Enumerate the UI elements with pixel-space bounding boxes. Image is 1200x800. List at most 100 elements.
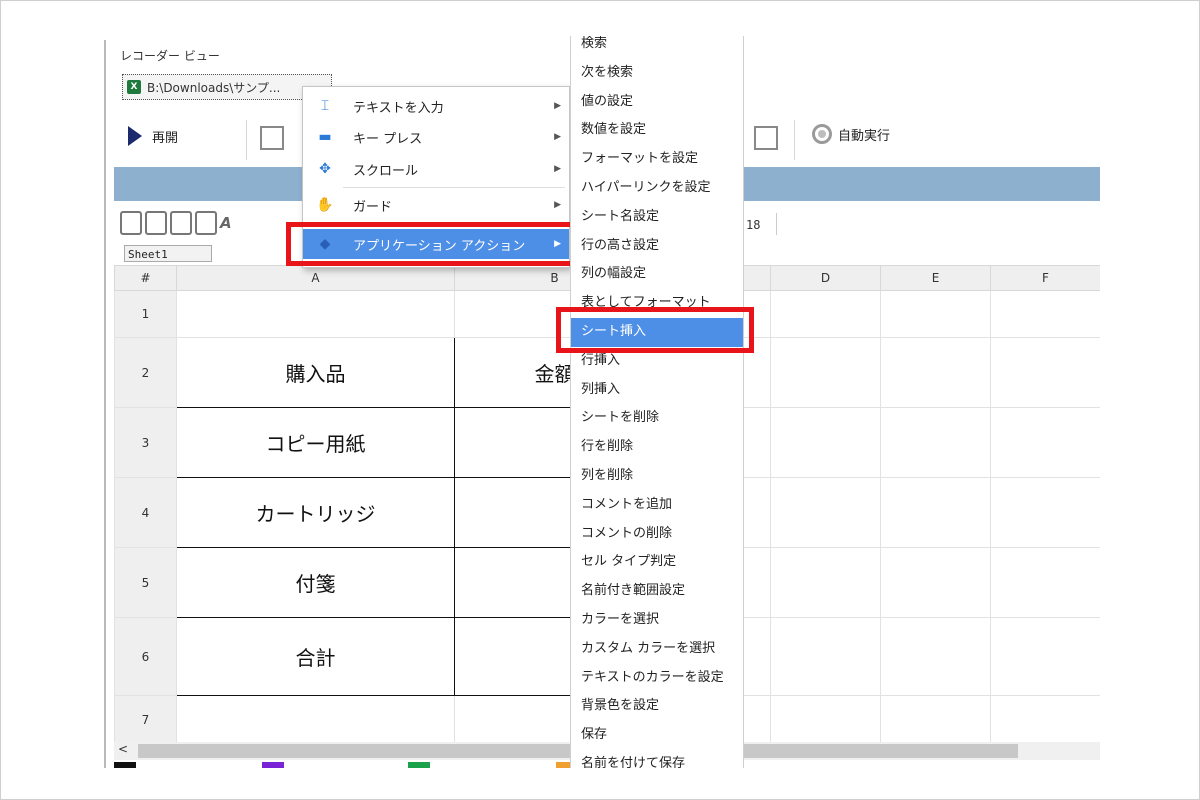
row-header[interactable]: 5 xyxy=(114,547,177,618)
row-header[interactable]: 6 xyxy=(114,617,177,696)
cell[interactable] xyxy=(990,337,1100,408)
cell[interactable] xyxy=(770,547,881,618)
submenu-item[interactable]: 次を検索 xyxy=(571,59,743,88)
submenu-arrow-icon: ▶ xyxy=(554,200,561,210)
menu-separator xyxy=(343,187,565,188)
toolbar-separator xyxy=(794,120,795,160)
row-header[interactable]: 1 xyxy=(114,290,177,338)
sheet-tab[interactable]: Sheet1 xyxy=(124,245,212,262)
column-header[interactable]: D xyxy=(770,265,881,291)
cell[interactable] xyxy=(770,617,881,696)
menu-item-text-input[interactable]: ⌶ テキストを入力 ▶ xyxy=(303,91,569,121)
submenu-item[interactable]: 行を削除 xyxy=(571,433,743,462)
cell[interactable] xyxy=(990,695,1100,744)
submenu-item[interactable]: 数値を設定 xyxy=(571,116,743,145)
cell[interactable] xyxy=(990,617,1100,696)
row-header[interactable]: 4 xyxy=(114,477,177,548)
cell[interactable]: コピー用紙 xyxy=(176,407,455,478)
color-swatch[interactable] xyxy=(262,762,284,768)
cell[interactable] xyxy=(990,290,1100,338)
cell[interactable] xyxy=(880,337,991,408)
menu-item-guard[interactable]: ✋ ガード ▶ xyxy=(303,190,569,220)
paste-icon[interactable] xyxy=(195,211,217,235)
submenu-arrow-icon: ▶ xyxy=(554,101,561,111)
copy-icon[interactable] xyxy=(170,211,192,235)
submenu-item[interactable]: ハイパーリンクを設定 xyxy=(571,174,743,203)
formula-input[interactable] xyxy=(776,213,1100,235)
corner-header[interactable]: # xyxy=(114,265,177,291)
menu-item-scroll[interactable]: ✥ スクロール ▶ xyxy=(303,154,569,184)
cell[interactable] xyxy=(176,290,455,338)
submenu-item[interactable]: 行の高さ設定 xyxy=(571,232,743,261)
cell[interactable]: 購入品 xyxy=(176,337,455,408)
submenu-item[interactable]: カスタム カラーを選択 xyxy=(571,635,743,664)
cell[interactable] xyxy=(770,337,881,408)
cell[interactable] xyxy=(880,547,991,618)
submenu-item[interactable]: 背景色を設定 xyxy=(571,692,743,721)
submenu-arrow-icon: ▶ xyxy=(554,132,561,142)
cell[interactable]: 合計 xyxy=(176,617,455,696)
cell[interactable] xyxy=(990,407,1100,478)
cell[interactable] xyxy=(990,477,1100,548)
toolbar-separator xyxy=(246,120,247,160)
submenu-item[interactable]: セル タイプ判定 xyxy=(571,548,743,577)
menu-item-label: ガード xyxy=(353,199,393,215)
cell[interactable] xyxy=(990,547,1100,618)
submenu-item[interactable]: 名前を付けて保存 xyxy=(571,750,743,768)
column-header[interactable]: A xyxy=(176,265,455,291)
submenu-item[interactable]: 列を削除 xyxy=(571,462,743,491)
cell[interactable] xyxy=(770,695,881,744)
menu-item-key-press[interactable]: ▬ キー プレス ▶ xyxy=(303,122,569,152)
cell[interactable] xyxy=(880,290,991,338)
record-icon xyxy=(812,124,832,144)
row-header[interactable]: 3 xyxy=(114,407,177,478)
window-title: レコーダー ビュー xyxy=(120,49,220,63)
save-as-icon[interactable] xyxy=(145,211,167,235)
highlight-box-application-action xyxy=(286,222,576,266)
submenu-item[interactable]: コメントの削除 xyxy=(571,520,743,549)
cell[interactable] xyxy=(880,695,991,744)
cell[interactable] xyxy=(880,617,991,696)
cell[interactable] xyxy=(770,290,881,338)
play-icon xyxy=(128,126,142,146)
resume-button[interactable]: 再開 xyxy=(128,126,178,146)
cell[interactable] xyxy=(770,407,881,478)
cell[interactable]: 付箋 xyxy=(176,547,455,618)
submenu-item[interactable]: 列挿入 xyxy=(571,376,743,405)
cell-reference: 18 xyxy=(746,218,761,232)
file-tab-label: B:\Downloads\サンプ... xyxy=(147,80,281,95)
window-capture-icon[interactable] xyxy=(754,126,778,150)
excel-file-icon: X xyxy=(127,80,141,94)
scroll-left-icon[interactable]: < xyxy=(118,742,128,756)
submenu-item[interactable]: シート名設定 xyxy=(571,203,743,232)
cell[interactable] xyxy=(176,695,455,744)
row-header[interactable]: 7 xyxy=(114,695,177,744)
cell[interactable] xyxy=(880,477,991,548)
capture-icon[interactable] xyxy=(260,126,284,150)
row-header[interactable]: 2 xyxy=(114,337,177,408)
submenu-item[interactable]: 値の設定 xyxy=(571,88,743,117)
font-icon[interactable]: A xyxy=(220,214,232,232)
cell[interactable] xyxy=(770,477,881,548)
submenu-item[interactable]: テキストのカラーを設定 xyxy=(571,664,743,693)
submenu-item[interactable]: コメントを追加 xyxy=(571,491,743,520)
cell[interactable] xyxy=(880,407,991,478)
submenu-item[interactable]: シートを削除 xyxy=(571,404,743,433)
column-header[interactable]: E xyxy=(880,265,991,291)
color-swatch[interactable] xyxy=(114,762,136,768)
submenu-item[interactable]: 名前付き範囲設定 xyxy=(571,577,743,606)
resume-label: 再開 xyxy=(152,130,179,146)
auto-run-button[interactable]: 自動実行 xyxy=(812,124,890,144)
save-icon[interactable] xyxy=(120,211,142,235)
submenu-list: 検索 次を検索 値の設定 数値を設定 フォーマットを設定 ハイパーリンクを設定 … xyxy=(571,36,743,768)
submenu-item[interactable]: フォーマットを設定 xyxy=(571,145,743,174)
submenu-item[interactable]: カラーを選択 xyxy=(571,606,743,635)
cell[interactable]: カートリッジ xyxy=(176,477,455,548)
submenu-item[interactable]: 保存 xyxy=(571,721,743,750)
color-swatch[interactable] xyxy=(408,762,430,768)
submenu-item[interactable]: 列の幅設定 xyxy=(571,260,743,289)
menu-item-label: キー プレス xyxy=(353,131,423,147)
submenu-item[interactable]: 検索 xyxy=(571,36,743,59)
file-tab[interactable]: X B:\Downloads\サンプ... xyxy=(122,74,332,100)
column-header[interactable]: F xyxy=(990,265,1100,291)
